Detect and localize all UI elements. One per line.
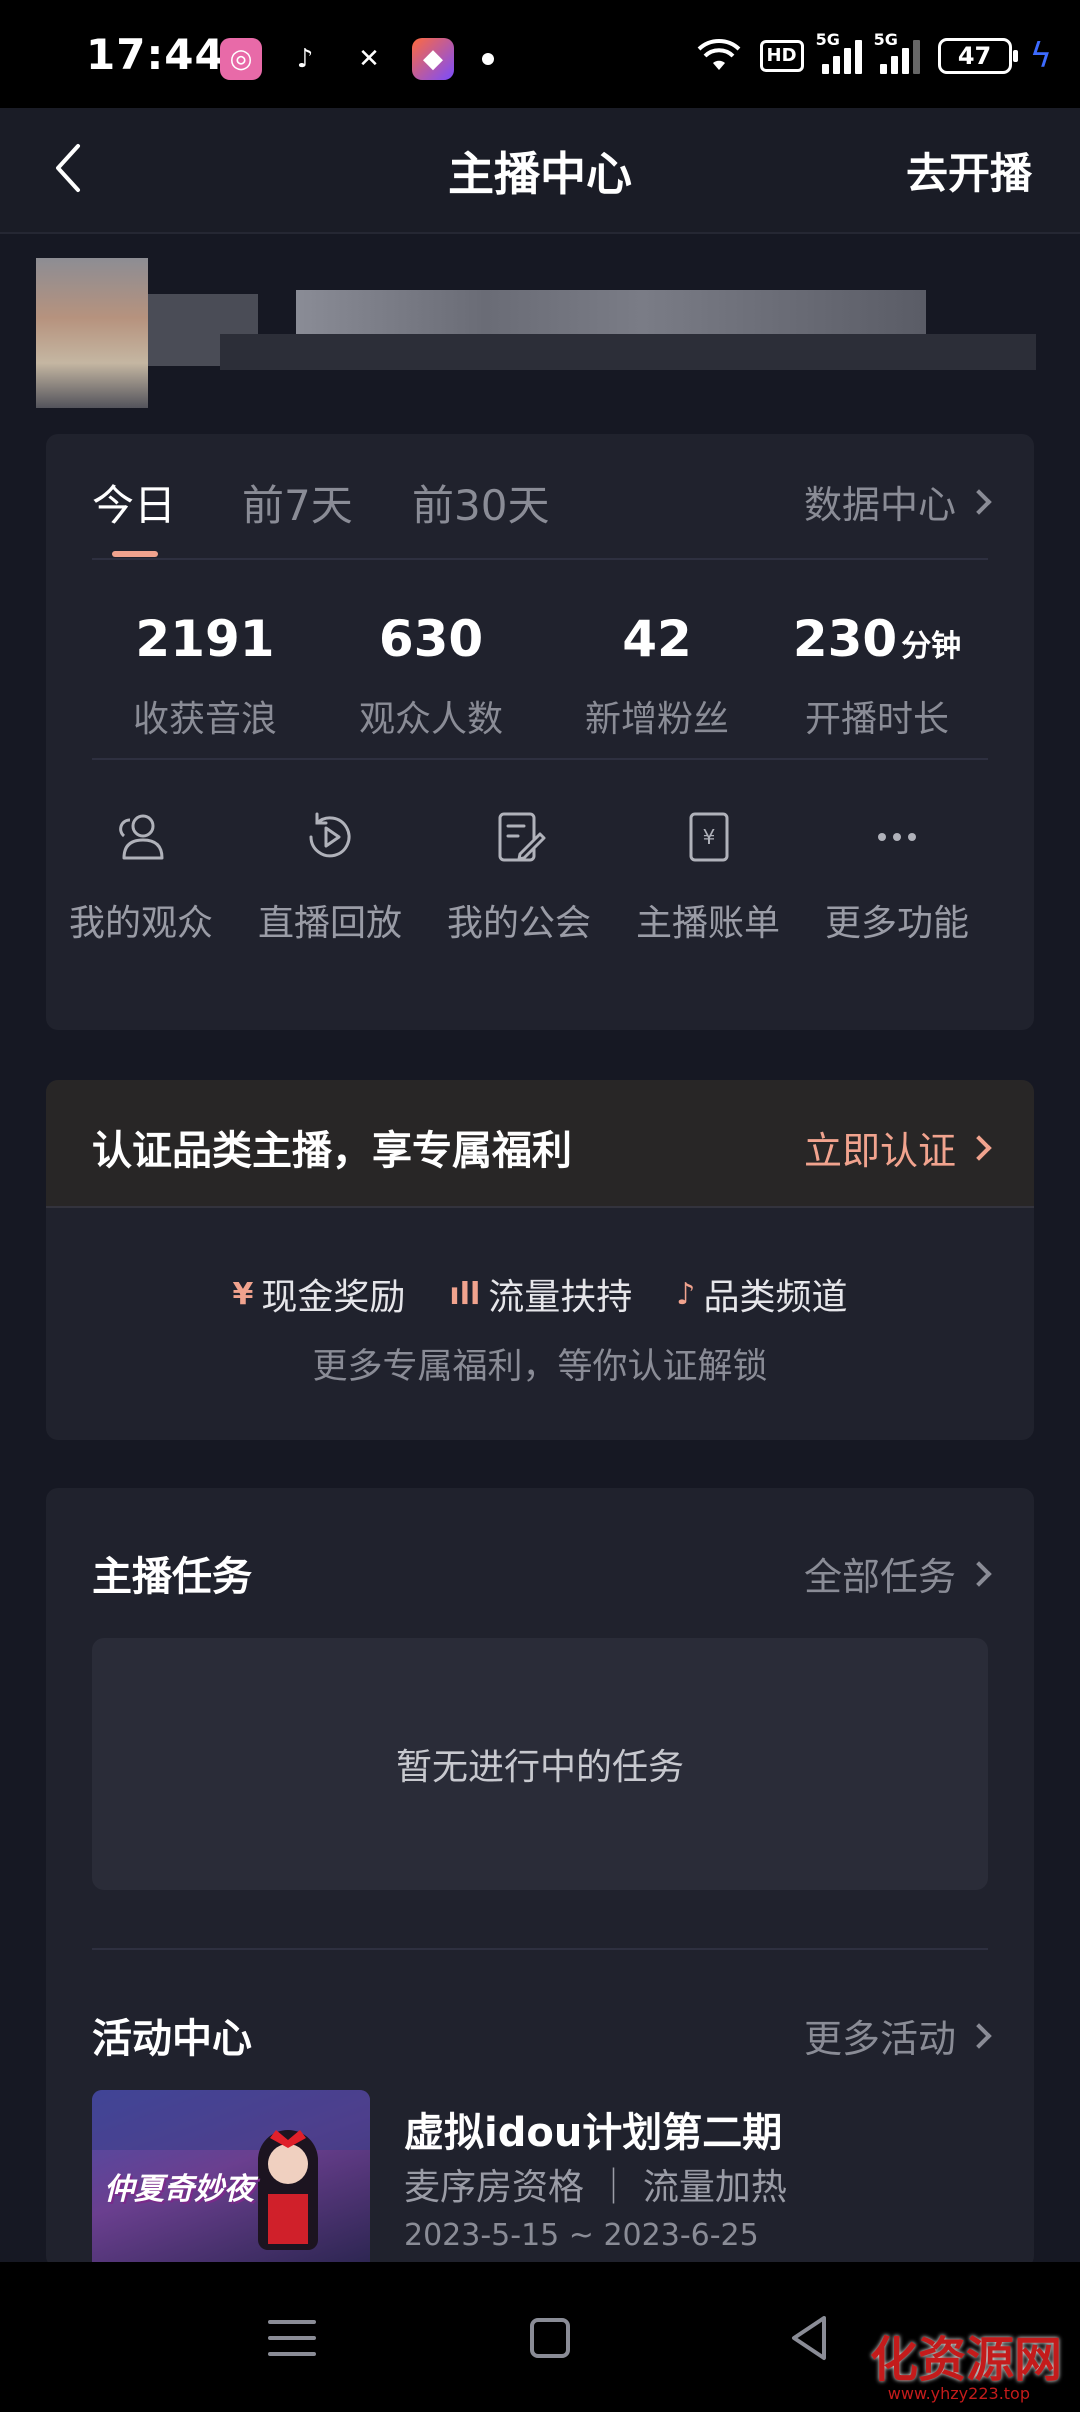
profile-blurred (0, 234, 1080, 434)
audience-icon (119, 814, 164, 860)
signal-icon: 5G (816, 30, 862, 74)
go-live-button[interactable]: 去开播 (906, 140, 1032, 201)
back-nav-icon[interactable] (780, 2308, 840, 2368)
status-bar: 17:44 ◎ ♪ ✕ ◆ HD 5G 5G 47 ϟ (0, 0, 1080, 108)
stat-value: 230 (792, 610, 898, 668)
activity-thumbnail[interactable]: 仲夏奇妙夜 (92, 2090, 370, 2268)
func-label: 直播回放 (257, 903, 402, 944)
all-tasks-label: 全部任务 (803, 1555, 956, 1599)
watermark-url: www.yhzy223.top (887, 2384, 1030, 2403)
stat-new-fans[interactable]: 42 新增粉丝 (544, 610, 770, 742)
benefit-cash: ¥ 现金奖励 (233, 1268, 406, 1320)
empty-tasks: 暂无进行中的任务 (92, 1638, 988, 1890)
bill-icon: ¥ (689, 812, 729, 862)
func-my-audience[interactable]: 我的观众 (46, 806, 236, 946)
all-tasks-link[interactable]: 全部任务 (803, 1546, 992, 1601)
stat-value: 630 (378, 610, 484, 668)
activity-date: 2023-5-15 ~ 2023-6-25 (404, 2218, 759, 2253)
stat-label: 新增粉丝 (584, 699, 729, 740)
func-my-guild[interactable]: 我的公会 (424, 806, 614, 946)
chevron-right-icon (966, 488, 992, 515)
func-label: 主播账单 (635, 903, 780, 944)
certification-header[interactable]: 认证品类主播，享专属福利 立即认证 (46, 1080, 1034, 1208)
battery-icon: 47 (937, 38, 1018, 74)
more-activities-link[interactable]: 更多活动 (803, 2008, 992, 2063)
app-icon: ◆ (412, 38, 454, 80)
benefit-channel: ♪ 品类频道 (676, 1268, 847, 1320)
certify-now-button[interactable]: 立即认证 (803, 1120, 992, 1175)
more-notifications-icon (482, 53, 494, 65)
benefit-label: 现金奖励 (261, 1277, 406, 1318)
active-tab-indicator (112, 551, 158, 557)
stat-yinlang[interactable]: 2191 收获音浪 (92, 610, 318, 742)
replay-icon (309, 812, 351, 858)
music-note-icon: ♪ (676, 1276, 696, 1312)
tasks-card: 主播任务 全部任务 暂无进行中的任务 活动中心 更多活动 仲夏奇妙夜 虚拟ido… (46, 1488, 1034, 2268)
charging-icon: ϟ (1029, 36, 1052, 76)
status-app-icons: ◎ ♪ ✕ ◆ (220, 38, 494, 80)
status-time: 17:44 (86, 30, 225, 79)
more-activities-label: 更多活动 (803, 2017, 956, 2061)
capcut-icon: ✕ (348, 38, 390, 80)
func-label: 我的观众 (68, 903, 213, 944)
yuan-icon: ¥ (232, 1276, 254, 1312)
stats-row: 2191 收获音浪 630 观众人数 42 新增粉丝 230 分钟 开播时长 (92, 610, 988, 760)
menu-icon[interactable] (262, 2308, 322, 2368)
stat-value: 2191 (135, 610, 275, 668)
stat-label: 开播时长 (804, 699, 949, 740)
func-label: 更多功能 (824, 903, 969, 944)
stat-unit: 分钟 (901, 629, 962, 664)
certify-now-label: 立即认证 (803, 1129, 956, 1173)
activity-title[interactable]: 虚拟idou计划第二期 (404, 2100, 782, 2158)
benefit-label: 品类频道 (703, 1277, 848, 1318)
stat-label: 收获音浪 (132, 699, 277, 740)
watermark-logo: 化资源网 (869, 2332, 1062, 2388)
certification-subtitle: 更多专属福利，等你认证解锁 (312, 1347, 768, 1387)
func-label: 我的公会 (446, 903, 591, 944)
tiktok-icon: ♪ (284, 38, 326, 80)
header: 主播中心 去开播 (0, 108, 1080, 234)
data-center-link[interactable]: 数据中心 (803, 474, 992, 529)
certification-title: 认证品类主播，享专属福利 (92, 1128, 572, 1174)
benefit-label: 流量扶持 (488, 1277, 633, 1318)
stat-value: 42 (622, 610, 692, 668)
func-more[interactable]: 更多功能 (802, 806, 992, 946)
home-icon[interactable] (520, 2308, 580, 2368)
stat-viewers[interactable]: 630 观众人数 (318, 610, 544, 742)
func-live-replay[interactable]: 直播回放 (235, 806, 425, 946)
avatar (36, 258, 148, 408)
status-right: HD 5G 5G 47 ϟ (696, 30, 1052, 76)
activity-tags: 麦序房资格 ｜ 流量加热 (404, 2167, 787, 2208)
tab-7-days[interactable]: 前7天 (242, 472, 353, 533)
chevron-right-icon (966, 1560, 992, 1587)
stat-label: 观众人数 (358, 699, 503, 740)
benefit-traffic: ıll 流量扶持 (449, 1268, 632, 1320)
svg-text:¥: ¥ (703, 825, 716, 849)
tab-30-days[interactable]: 前30天 (412, 472, 549, 533)
signal-icon: 5G (874, 30, 920, 74)
hd-badge: HD (759, 40, 804, 72)
wifi-icon (697, 39, 740, 70)
tasks-title: 主播任务 (92, 1554, 252, 1600)
certification-card: 认证品类主播，享专属福利 立即认证 ¥ 现金奖励 ıll 流量扶持 ♪ 品类频道… (46, 1080, 1034, 1440)
more-icon (878, 833, 916, 841)
app-notification-icon: ◎ (220, 38, 262, 80)
stat-live-duration[interactable]: 230 分钟 开播时长 (762, 610, 992, 742)
activity-thumb-text: 仲夏奇妙夜 (104, 2172, 254, 2207)
chevron-right-icon (966, 2022, 992, 2049)
stats-card: 今日 前7天 前30天 数据中心 2191 收获音浪 630 观众人数 42 新… (46, 434, 1034, 1030)
bar-chart-icon: ıll (449, 1276, 481, 1312)
guild-icon (498, 812, 546, 862)
func-anchor-bill[interactable]: ¥ 主播账单 (613, 806, 803, 946)
function-grid: 我的观众 直播回放 我的公会 ¥ 主播账单 更多功能 (69, 806, 988, 976)
divider (92, 1948, 988, 1950)
tab-today[interactable]: 今日 (92, 472, 176, 533)
benefit-list: ¥ 现金奖励 ıll 流量扶持 ♪ 品类频道 (46, 1268, 1034, 1320)
chevron-right-icon (966, 1134, 992, 1161)
data-center-label: 数据中心 (803, 483, 956, 527)
activities-title: 活动中心 (92, 2016, 252, 2062)
